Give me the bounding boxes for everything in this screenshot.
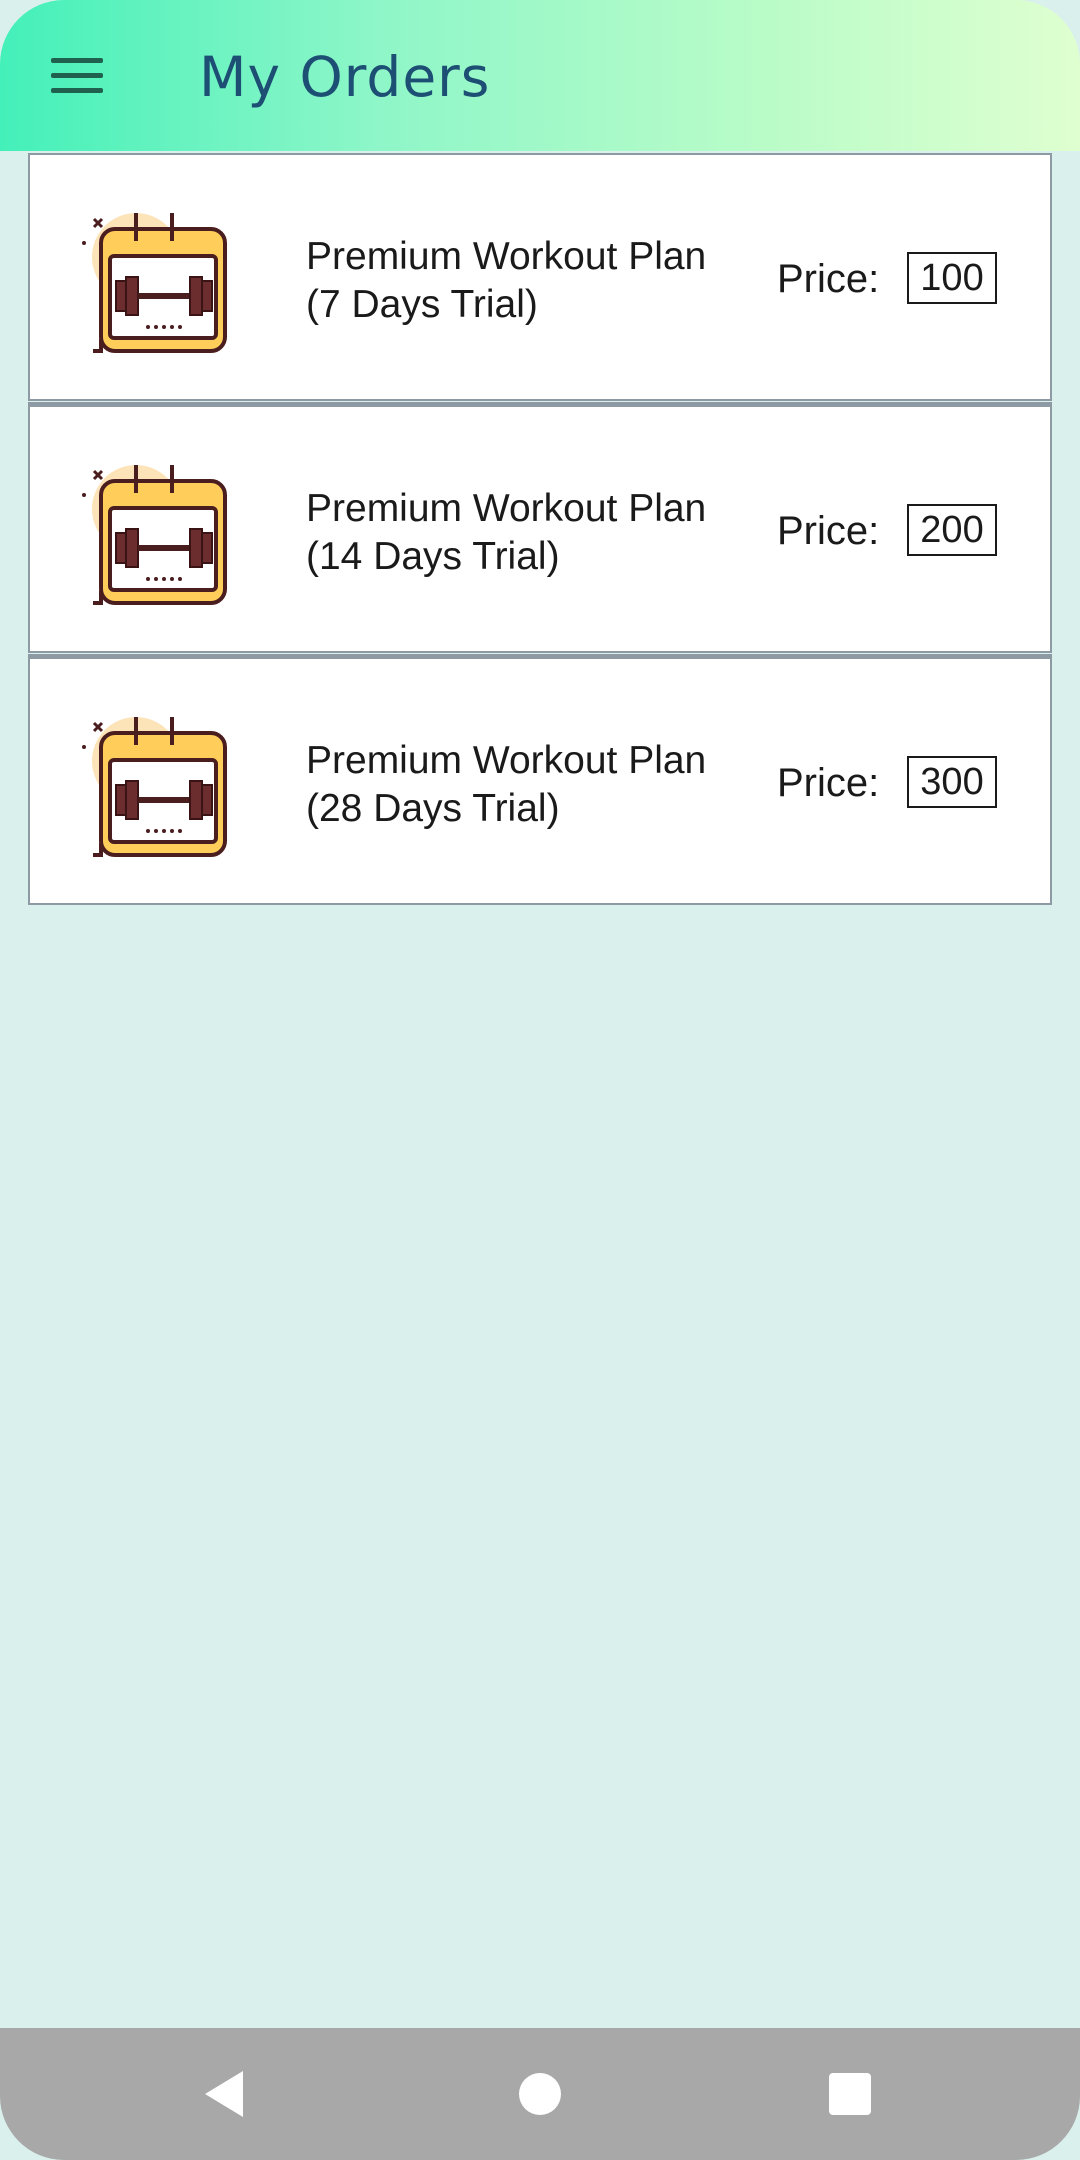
- order-title-line1: Premium Workout Plan: [306, 487, 707, 530]
- order-title-line2: (28 Days Trial): [306, 787, 560, 830]
- home-circle-icon: [519, 2073, 561, 2115]
- order-title-line2: (14 Days Trial): [306, 535, 560, 578]
- hamburger-menu-icon[interactable]: [40, 48, 114, 102]
- recents-square-icon: [829, 2073, 871, 2115]
- menu-line: [51, 57, 103, 63]
- recents-button[interactable]: [795, 2028, 905, 2160]
- app-bar: My Orders: [0, 0, 1080, 151]
- order-item[interactable]: Premium Workout Plan (14 Days Trial) Pri…: [28, 402, 1052, 653]
- workout-calendar-icon: [82, 213, 227, 353]
- price-label: Price:: [777, 509, 880, 553]
- order-item[interactable]: Premium Workout Plan (28 Days Trial) Pri…: [28, 654, 1052, 905]
- back-triangle-icon: [205, 2071, 243, 2117]
- workout-calendar-icon: [82, 465, 227, 605]
- order-item[interactable]: Premium Workout Plan (7 Days Trial) Pric…: [28, 153, 1052, 401]
- price-value: 300: [907, 756, 997, 808]
- order-title-line1: Premium Workout Plan: [306, 235, 707, 278]
- system-navigation-bar: [0, 2028, 1080, 2160]
- order-title-line1: Premium Workout Plan: [306, 739, 707, 782]
- order-title: Premium Workout Plan (28 Days Trial): [306, 737, 766, 833]
- order-title: Premium Workout Plan (7 Days Trial): [306, 233, 766, 329]
- price-value: 200: [907, 504, 997, 556]
- menu-line: [51, 87, 103, 93]
- menu-line: [51, 72, 103, 78]
- orders-list: Premium Workout Plan (7 Days Trial) Pric…: [28, 153, 1052, 905]
- price-label: Price:: [777, 761, 880, 805]
- workout-calendar-icon: [82, 717, 227, 857]
- order-title-line2: (7 Days Trial): [306, 283, 538, 326]
- order-title: Premium Workout Plan (14 Days Trial): [306, 485, 766, 581]
- page-title: My Orders: [199, 45, 491, 109]
- back-button[interactable]: [170, 2028, 280, 2160]
- price-value: 100: [907, 252, 997, 304]
- price-label: Price:: [777, 257, 880, 301]
- home-button[interactable]: [485, 2028, 595, 2160]
